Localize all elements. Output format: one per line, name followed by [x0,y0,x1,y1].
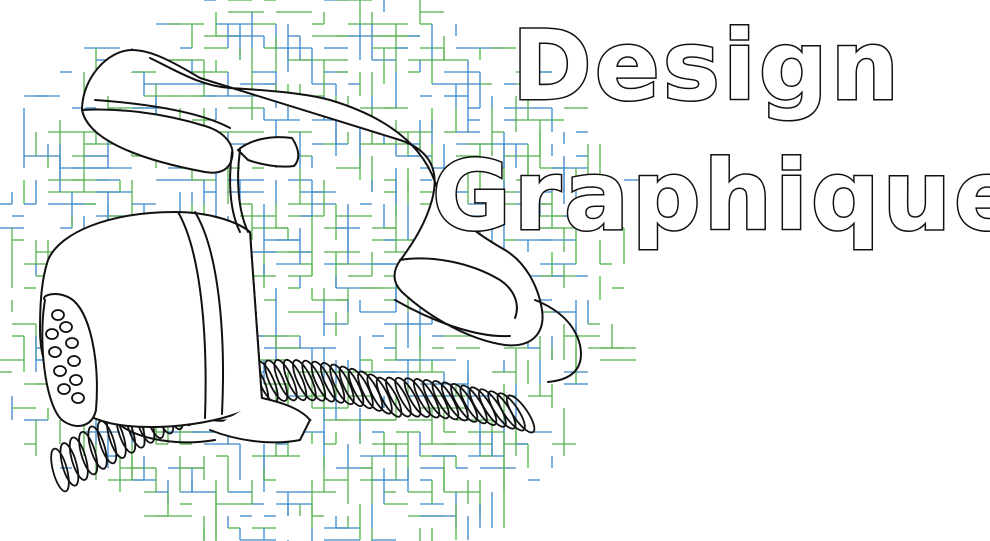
telephone-base [39,211,311,444]
title-graphique: Graphique [430,140,990,252]
design-graphique-artwork: Design Graphique [0,0,990,541]
title-design: Design [511,10,902,122]
